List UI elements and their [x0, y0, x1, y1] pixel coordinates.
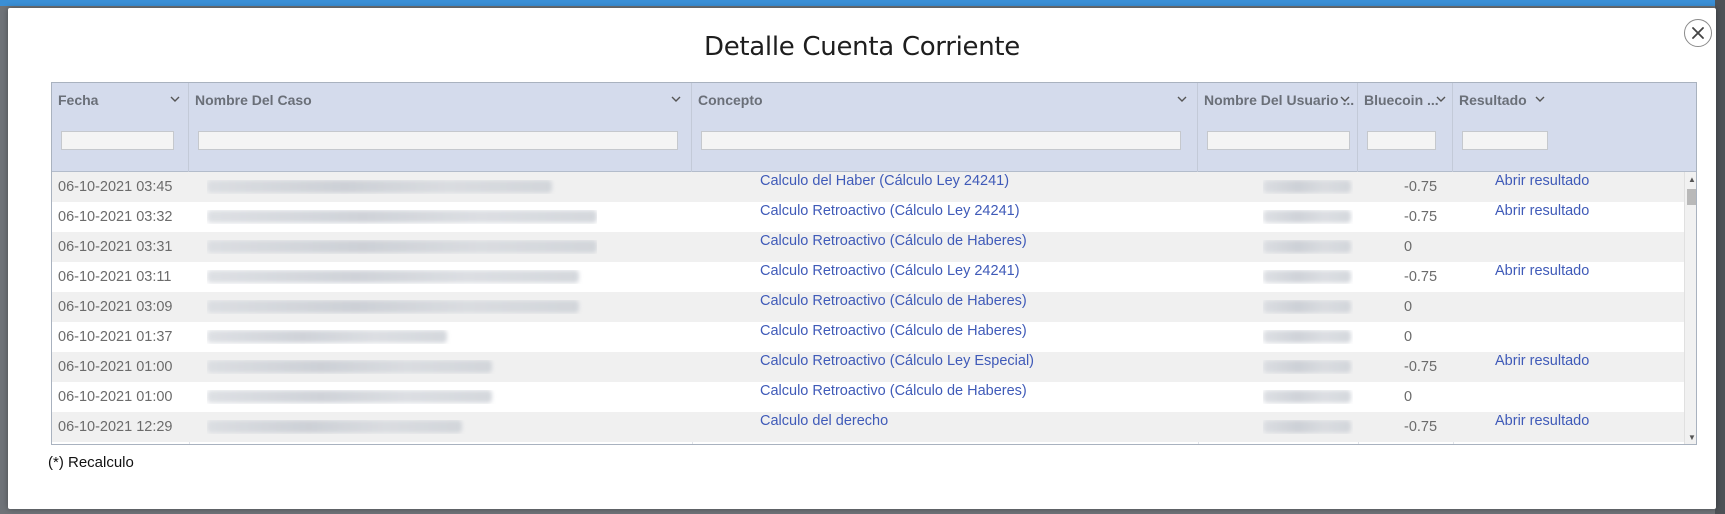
cell-nombre-caso-redacted — [207, 330, 597, 344]
cell-concepto-link[interactable]: Calculo del derecho — [760, 413, 888, 443]
cuenta-corriente-grid: Fecha Nombre Del Caso Concepto Nombre De… — [51, 82, 1697, 445]
filter-input-nombre-caso[interactable] — [198, 131, 678, 150]
column-header-resultado[interactable]: Resultado — [1453, 83, 1696, 172]
recalculo-footnote: (*) Recalculo — [48, 454, 134, 471]
table-row[interactable]: 06-10-2021 01:00 Calculo Retroactivo (Cá… — [52, 382, 1684, 412]
cell-usuario-redacted — [1263, 360, 1353, 374]
scroll-thumb[interactable] — [1687, 189, 1696, 205]
vertical-scrollbar[interactable]: ▲ ▼ — [1684, 172, 1696, 444]
grid-header: Fecha Nombre Del Caso Concepto Nombre De… — [52, 83, 1696, 172]
column-label: Fecha — [58, 92, 99, 108]
cell-concepto-link[interactable]: Calculo Retroactivo (Cálculo de Haberes) — [760, 233, 1027, 263]
detalle-modal: Detalle Cuenta Corriente Fecha Nombre De… — [8, 8, 1716, 509]
cell-fecha: 06-10-2021 12:29 — [58, 419, 173, 435]
cell-concepto-link[interactable]: Calculo del Haber (Cálculo Ley 24241) — [760, 173, 1009, 203]
column-header-concepto[interactable]: Concepto — [692, 83, 1198, 172]
cell-nombre-caso-redacted — [207, 270, 597, 284]
cell-bluecoin: -0.75 — [1404, 419, 1438, 435]
cell-usuario-redacted — [1263, 240, 1353, 254]
column-header-bluecoin[interactable]: Bluecoin ... — [1358, 83, 1453, 172]
filter-input-bluecoin[interactable] — [1367, 131, 1436, 150]
close-icon — [1692, 27, 1704, 39]
cell-usuario-redacted — [1263, 270, 1353, 284]
backdrop — [1715, 0, 1725, 514]
abrir-resultado-link[interactable]: Abrir resultado — [1495, 203, 1589, 233]
chevron-down-icon[interactable] — [1175, 92, 1189, 106]
cell-concepto-link[interactable]: Calculo Retroactivo (Cálculo Ley Especia… — [760, 353, 1034, 383]
filter-input-fecha[interactable] — [61, 131, 174, 150]
cell-usuario-redacted — [1263, 390, 1353, 404]
abrir-resultado-link[interactable]: Abrir resultado — [1495, 353, 1589, 383]
cell-nombre-caso-redacted — [207, 240, 597, 254]
cell-nombre-caso-redacted — [207, 360, 597, 374]
column-label: Nombre Del Usuario ... — [1204, 92, 1355, 108]
cell-concepto-link[interactable]: Calculo Retroactivo (Cálculo de Haberes) — [760, 293, 1027, 323]
cell-concepto-link[interactable]: Calculo Retroactivo (Cálculo Ley 24241) — [760, 203, 1020, 233]
cell-usuario-redacted — [1263, 330, 1353, 344]
table-row[interactable]: 06-10-2021 03:32 Calculo Retroactivo (Cá… — [52, 202, 1684, 232]
column-label: Bluecoin ... — [1364, 92, 1439, 108]
chevron-down-icon[interactable] — [1338, 92, 1352, 106]
scroll-down-arrow-icon[interactable]: ▼ — [1687, 433, 1696, 443]
cell-usuario-redacted — [1263, 210, 1353, 224]
column-header-nombre-usuario[interactable]: Nombre Del Usuario ... — [1198, 83, 1358, 172]
column-label: Nombre Del Caso — [195, 92, 312, 108]
filter-input-concepto[interactable] — [701, 131, 1181, 150]
abrir-resultado-link[interactable]: Abrir resultado — [1495, 413, 1589, 443]
column-header-fecha[interactable]: Fecha — [52, 83, 189, 172]
close-button[interactable] — [1684, 19, 1712, 47]
top-accent-bar — [0, 0, 1725, 6]
table-row[interactable]: 06-10-2021 01:37 Calculo Retroactivo (Cá… — [52, 322, 1684, 352]
table-row[interactable]: 06-10-2021 03:45 Calculo del Haber (Cálc… — [52, 172, 1684, 202]
cell-nombre-caso-redacted — [207, 300, 597, 314]
table-row[interactable]: 06-10-2021 03:11 Calculo Retroactivo (Cá… — [52, 262, 1684, 292]
cell-usuario-redacted — [1263, 420, 1353, 434]
filter-input-nombre-usuario[interactable] — [1207, 131, 1350, 150]
abrir-resultado-link[interactable]: Abrir resultado — [1495, 173, 1589, 203]
cell-concepto-link[interactable]: Calculo Retroactivo (Cálculo de Haberes) — [760, 383, 1027, 413]
table-row[interactable]: 06-10-2021 03:31 Calculo Retroactivo (Cá… — [52, 232, 1684, 262]
cell-concepto-link[interactable]: Calculo Retroactivo (Cálculo de Haberes) — [760, 323, 1027, 353]
cell-nombre-caso-redacted — [207, 390, 597, 404]
table-row[interactable]: 06-10-2021 12:29 Calculo del derecho -0.… — [52, 412, 1684, 442]
cell-nombre-caso-redacted — [207, 420, 597, 434]
grid-body: 06-10-2021 03:45 Calculo del Haber (Cálc… — [52, 172, 1684, 444]
cell-nombre-caso-redacted — [207, 180, 597, 194]
cell-concepto-link[interactable]: Calculo Retroactivo (Cálculo Ley 24241) — [760, 263, 1020, 293]
cell-usuario-redacted — [1263, 300, 1353, 314]
chevron-down-icon[interactable] — [1533, 92, 1547, 106]
table-row[interactable]: 06-10-2021 01:00 Calculo Retroactivo (Cá… — [52, 352, 1684, 382]
abrir-resultado-link[interactable]: Abrir resultado — [1495, 263, 1589, 293]
chevron-down-icon[interactable] — [1434, 92, 1448, 106]
chevron-down-icon[interactable] — [168, 92, 182, 106]
cell-nombre-caso-redacted — [207, 210, 597, 224]
table-row[interactable]: 06-10-2021 03:09 Calculo Retroactivo (Cá… — [52, 292, 1684, 322]
column-label: Concepto — [698, 92, 763, 108]
cell-usuario-redacted — [1263, 180, 1353, 194]
modal-title: Detalle Cuenta Corriente — [703, 32, 1021, 62]
column-label: Resultado — [1459, 92, 1527, 108]
chevron-down-icon[interactable] — [669, 92, 683, 106]
scroll-up-arrow-icon[interactable]: ▲ — [1687, 175, 1696, 185]
column-header-nombre-caso[interactable]: Nombre Del Caso — [189, 83, 692, 172]
filter-input-resultado[interactable] — [1462, 131, 1548, 150]
